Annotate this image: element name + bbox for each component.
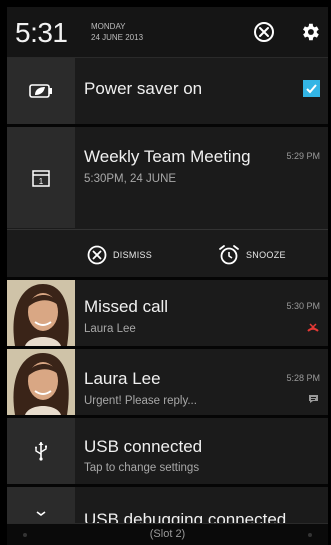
usb-icon [35,442,47,461]
calendar-actions: DISMISS SNOOZE [7,229,328,278]
date-block: MONDAY 24 JUNE 2013 [91,21,143,43]
usb-icon-box [7,418,75,484]
avatar [7,349,75,415]
notification-title: Missed call [84,297,169,316]
alarm-clock-icon [219,245,239,265]
notification-time: 5:28 PM [286,373,320,383]
calendar-day-number: 1 [39,177,44,186]
dismiss-label: DISMISS [113,250,153,260]
dismiss-icon [87,245,107,265]
notification-subtitle: Tap to change settings [84,462,200,474]
notification-title: USB debugging connected [84,510,287,523]
date-label: 24 JUNE 2013 [91,33,144,42]
notification-power-saver[interactable]: Power saver on [7,58,328,124]
power-saver-checkbox[interactable] [303,80,320,97]
missed-call-icon [307,323,319,332]
debug-icon-box [7,487,75,523]
clock-time: 5:31 [15,17,68,48]
snooze-button[interactable]: SNOOZE [218,244,286,266]
calendar-icon-box: 1 [7,127,75,228]
notification-title: Weekly Team Meeting [84,147,251,166]
power-saver-icon-box [7,58,75,124]
notification-title: Power saver on [84,79,203,98]
sim-slot-label: (Slot 2) [149,528,186,540]
notification-title: USB connected [84,437,203,456]
notification-shade: 5:31 MONDAY 24 JUNE 2013 Power saver on … [7,7,328,545]
notification-time: 5:29 PM [286,151,320,161]
bottom-bar: (Slot 2) [7,523,328,545]
settings-gear-icon[interactable] [299,21,321,43]
dismiss-button[interactable]: DISMISS [87,244,152,266]
notification-title: Laura Lee [84,369,161,388]
notification-subtitle: 5:30PM, 24 JUNE [84,173,177,185]
notification-subtitle: Laura Lee [84,323,136,335]
message-bubble-icon [309,395,318,403]
notification-subtitle: Urgent! Please reply... [84,395,197,407]
status-header: 5:31 MONDAY 24 JUNE 2013 [7,7,328,58]
bug-icon [36,511,46,516]
checkmark-icon [306,84,317,94]
avatar [7,280,75,346]
notification-time: 5:30 PM [286,301,320,311]
nav-dot [308,533,312,537]
snooze-label: SNOOZE [246,250,286,260]
notification-missed-call[interactable]: Missed call Laura Lee 5:30 PM [7,280,328,346]
battery-leaf-icon [29,84,52,98]
notification-usb[interactable]: USB connected Tap to change settings [7,418,328,484]
notification-message[interactable]: Laura Lee Urgent! Please reply... 5:28 P… [7,349,328,415]
notification-usb-debugging[interactable]: USB debugging connected [7,487,328,523]
clear-all-icon[interactable] [253,21,275,43]
weekday-label: MONDAY [91,22,126,31]
calendar-icon: 1 [32,169,50,187]
